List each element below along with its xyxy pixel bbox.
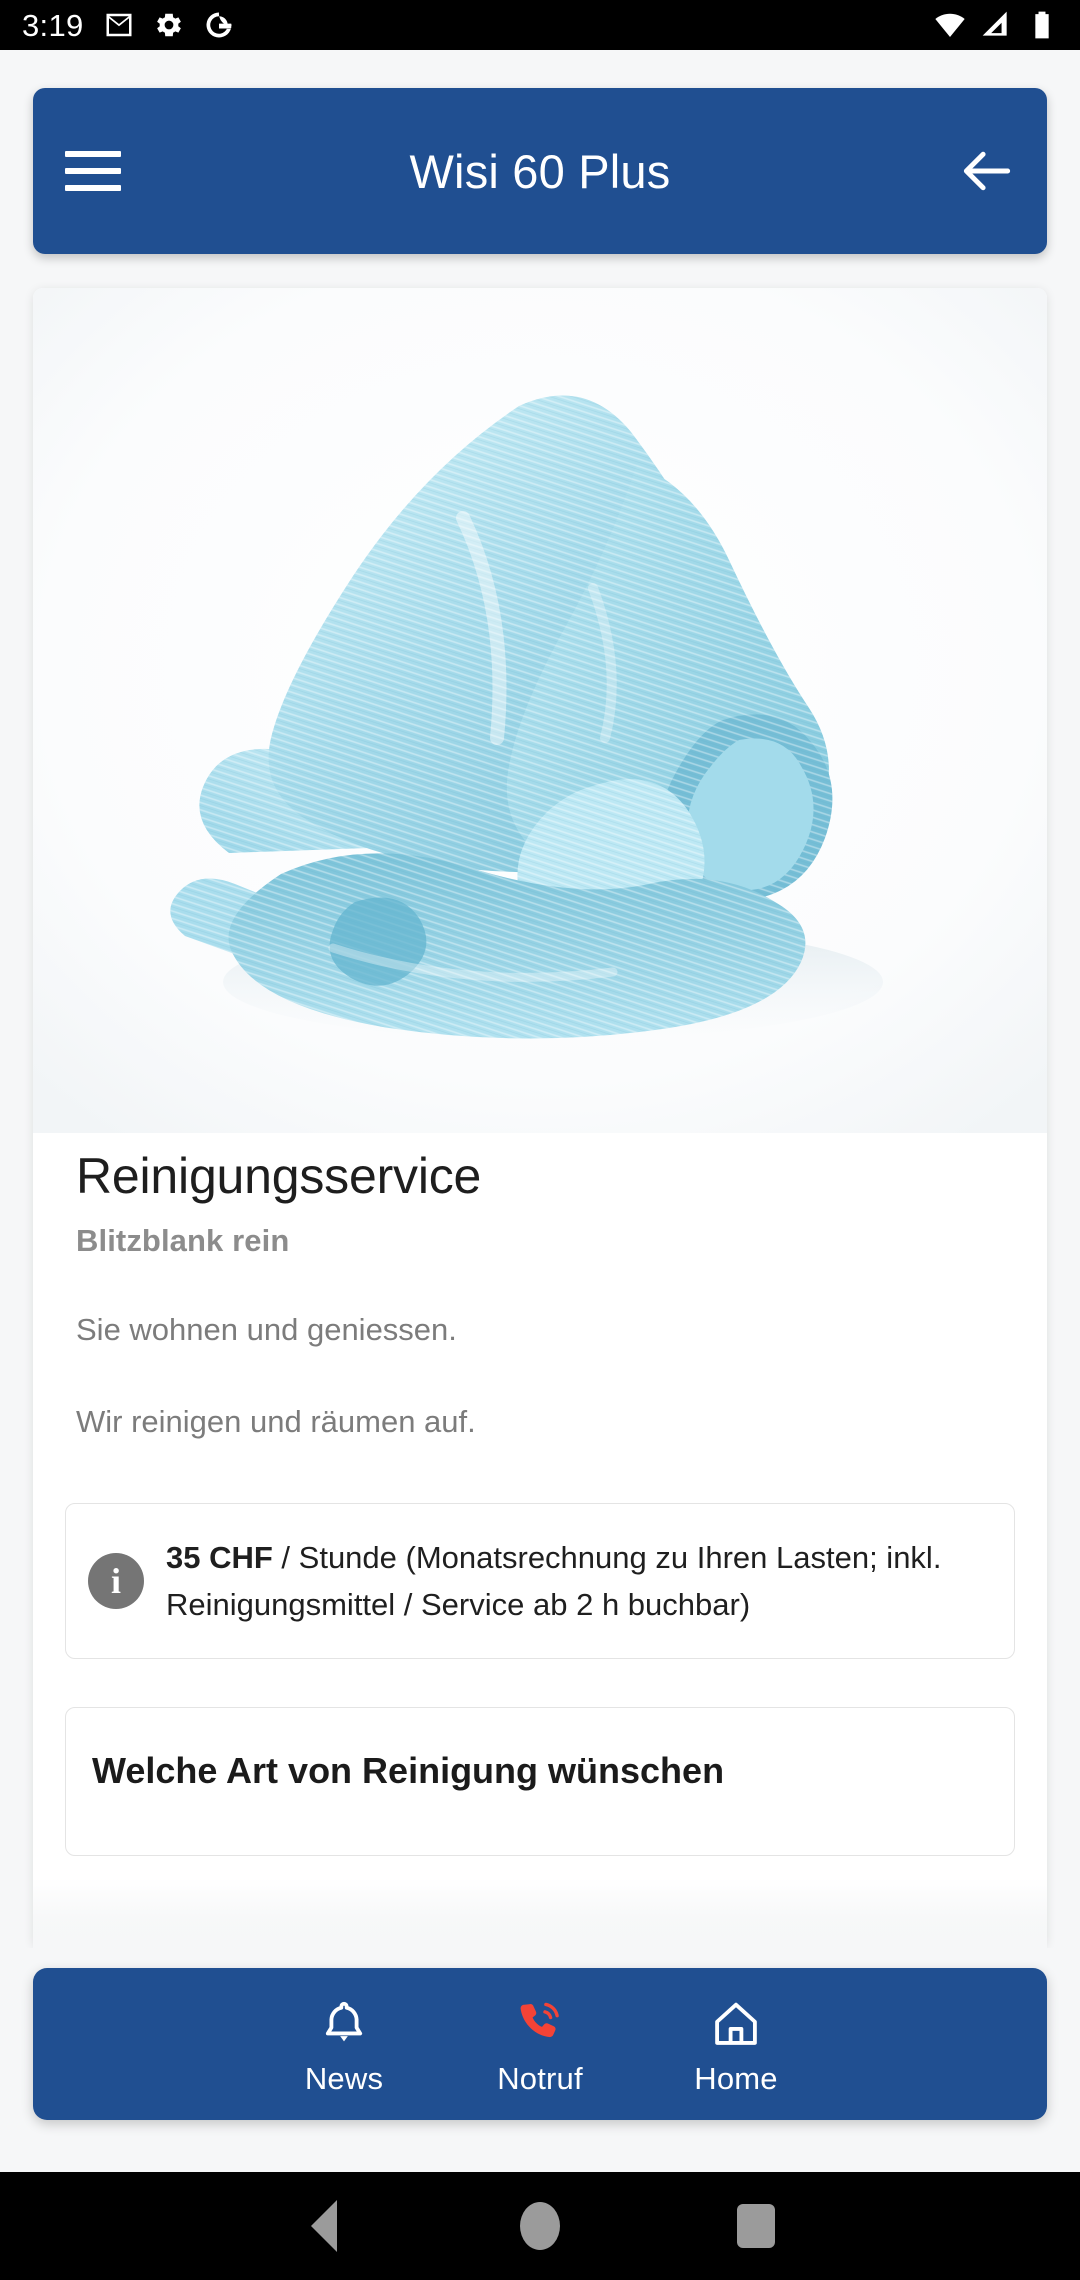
price-info-box: i 35 CHF / Stunde (Monatsrechnung zu Ihr… — [65, 1502, 1015, 1659]
android-back-button[interactable] — [216, 2200, 432, 2252]
triangle-back-icon[interactable] — [311, 2200, 337, 2252]
question-heading: Welche Art von Reinigung wünschen — [92, 1749, 725, 1791]
service-subtitle: Blitzblank rein — [76, 1223, 290, 1258]
nav-item-news[interactable]: News — [246, 1991, 442, 2097]
service-detail-card: Reinigungsservice Blitzblank rein Sie wo… — [33, 288, 1047, 1948]
nav-item-notruf-label: Notruf — [497, 2061, 583, 2096]
info-icon[interactable]: i — [88, 1552, 144, 1609]
nav-item-news-label: News — [304, 2061, 384, 2096]
price-info-text: 35 CHF / Stunde (Monatsrechnung zu Ihren… — [166, 1534, 988, 1628]
phone-call-icon[interactable] — [513, 1991, 567, 2053]
arrow-left-icon[interactable] — [956, 140, 1018, 202]
hamburger-menu-icon[interactable] — [65, 151, 121, 191]
app-bar: Wisi 60 Plus — [33, 88, 1047, 254]
service-body: Reinigungsservice Blitzblank rein Sie wo… — [33, 1147, 1047, 1443]
google-g-icon — [206, 12, 232, 38]
service-paragraph-2: Wir reinigen und räumen auf. — [76, 1403, 476, 1439]
nav-item-notruf[interactable]: Notruf — [442, 1991, 638, 2097]
page-title: Wisi 60 Plus — [409, 144, 671, 198]
nav-item-home-label: Home — [694, 2061, 778, 2096]
settings-gear-icon — [156, 13, 181, 37]
service-paragraph-1: Sie wohnen und geniessen. — [76, 1312, 457, 1347]
status-bar-left: 3:19 — [22, 10, 234, 41]
battery-icon — [1035, 11, 1049, 39]
question-card[interactable]: Welche Art von Reinigung wünschen — [65, 1706, 1015, 1856]
price-detail: / Stunde (Monatsrechnung zu Ihren Lasten… — [166, 1539, 942, 1622]
status-bar-clock: 3:19 — [22, 7, 84, 43]
hero-image — [33, 288, 1047, 1133]
nav-item-home[interactable]: Home — [638, 1991, 834, 2097]
home-icon[interactable] — [709, 1991, 763, 2053]
bell-icon[interactable] — [317, 1991, 371, 2053]
phone-screen: 3:19 Wisi 60 Plus Reinigungsservice Blit… — [0, 0, 1080, 2280]
bottom-navigation-bar: News Notruf Home — [33, 1968, 1047, 2120]
price-amount: 35 CHF — [166, 1539, 273, 1575]
android-home-button[interactable] — [432, 2202, 648, 2250]
android-navigation-bar — [0, 2172, 1080, 2280]
status-bar-right — [934, 9, 1058, 41]
cloth-illustration — [33, 288, 1047, 1133]
square-recents-icon[interactable] — [737, 2204, 775, 2248]
back-button[interactable] — [927, 88, 1047, 254]
android-status-bar: 3:19 — [0, 0, 1080, 50]
cellular-signal-icon — [982, 11, 1007, 36]
circle-home-icon[interactable] — [520, 2202, 560, 2250]
android-recents-button[interactable] — [648, 2204, 864, 2248]
service-title: Reinigungsservice — [76, 1148, 482, 1204]
wifi-icon — [935, 13, 965, 37]
gmail-icon — [106, 13, 132, 37]
menu-button[interactable] — [33, 88, 153, 254]
